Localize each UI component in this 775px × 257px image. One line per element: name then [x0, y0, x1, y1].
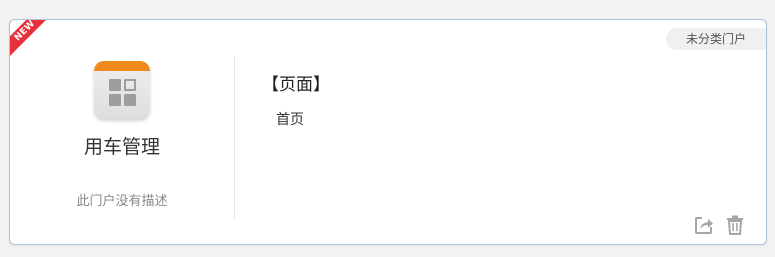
app-description: 此门户没有描述: [76, 194, 168, 209]
grid-cell: [109, 94, 121, 106]
section-title: 【页面】: [262, 75, 330, 95]
category-tag: 未分类门户: [665, 28, 766, 50]
divider: [234, 56, 235, 219]
grid-cell: [109, 79, 121, 91]
trash-icon[interactable]: [724, 214, 746, 236]
grid-cell: [124, 94, 136, 106]
share-icon[interactable]: [693, 214, 715, 236]
page: NEW 未分类门户 用车管理 此门户没有描述 【页面】 首页: [0, 0, 775, 257]
app-name: 用车管理: [83, 136, 160, 158]
grid-app-icon: [94, 61, 150, 119]
card-actions: [693, 214, 746, 236]
page-link-home[interactable]: 首页: [276, 109, 304, 129]
app-info-panel: 用车管理 此门户没有描述: [10, 20, 234, 244]
grid-cell: [124, 79, 136, 91]
portal-card[interactable]: NEW 未分类门户 用车管理 此门户没有描述 【页面】 首页: [9, 19, 767, 245]
